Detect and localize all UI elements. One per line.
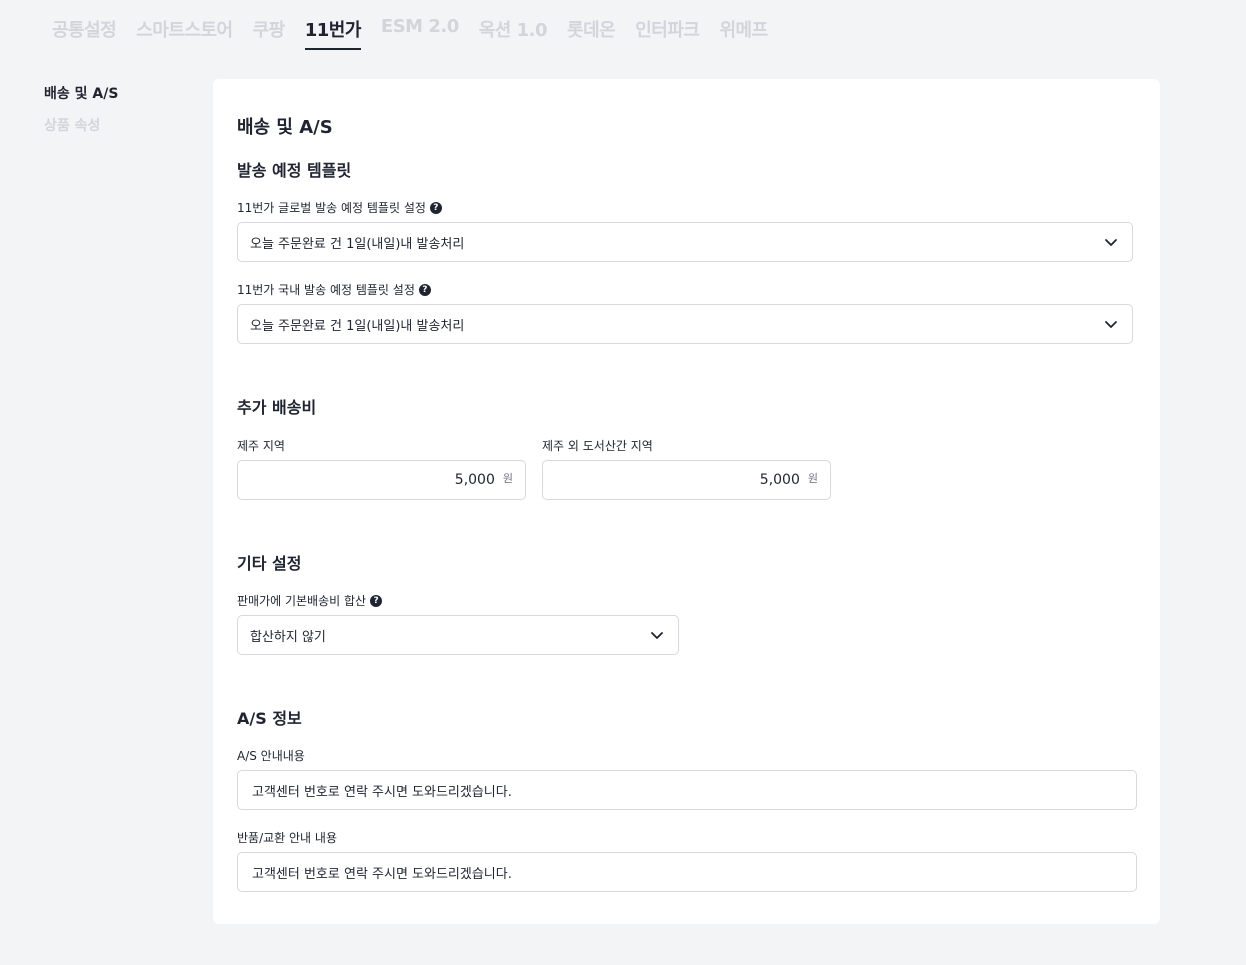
tab-wemakeprice[interactable]: 위메프: [719, 14, 768, 48]
tab-coupang[interactable]: 쿠팡: [253, 14, 286, 48]
islands-fee-input[interactable]: 5,000 원: [542, 460, 831, 500]
section-title-shipping-template: 발송 예정 템플릿: [237, 161, 352, 180]
chevron-down-icon: [1105, 239, 1117, 246]
tab-common[interactable]: 공통설정: [52, 14, 117, 48]
tab-11st[interactable]: 11번가: [304, 14, 361, 50]
domestic-template-label: 11번가 국내 발송 예정 템플릿 설정 ?: [237, 281, 431, 298]
tab-interpark[interactable]: 인터파크: [635, 14, 700, 48]
question-circle-icon[interactable]: ?: [370, 594, 383, 607]
global-template-label: 11번가 글로벌 발송 예정 템플릿 설정 ?: [237, 199, 442, 216]
domestic-template-label-text: 11번가 국내 발송 예정 템플릿 설정: [237, 283, 415, 297]
currency-unit: 원: [502, 472, 513, 485]
tab-auction[interactable]: 옥션 1.0: [479, 14, 548, 48]
chevron-down-icon: [651, 632, 663, 639]
merge-fee-label: 판매가에 기본배송비 합산 ?: [237, 592, 383, 609]
global-template-select[interactable]: 오늘 주문완료 건 1일(내일)내 발송처리: [237, 222, 1133, 262]
jeju-label: 제주 지역: [237, 439, 285, 453]
settings-card: 배송 및 A/S 발송 예정 템플릿 11번가 글로벌 발송 예정 템플릿 설정…: [213, 79, 1160, 924]
sidenav-item-product-attributes[interactable]: 상품 속성: [44, 116, 194, 148]
question-circle-icon[interactable]: ?: [418, 283, 431, 296]
islands-fee-value: 5,000: [759, 472, 800, 488]
merge-fee-value: 합산하지 않기: [250, 629, 326, 645]
chevron-down-icon: [1105, 321, 1117, 328]
islands-label: 제주 외 도서산간 지역: [542, 439, 653, 453]
return-guide-label: 반품/교환 안내 내용: [237, 831, 337, 845]
jeju-fee-value: 5,000: [454, 472, 495, 488]
global-template-label-text: 11번가 글로벌 발송 예정 템플릿 설정: [237, 201, 426, 215]
as-guide-input[interactable]: 고객센터 번호로 연락 주시면 도와드리겠습니다.: [237, 770, 1137, 810]
section-title-extra-fee: 추가 배송비: [237, 398, 317, 417]
currency-unit: 원: [807, 472, 818, 485]
page-title: 배송 및 A/S: [237, 117, 333, 138]
tab-esm[interactable]: ESM 2.0: [381, 14, 459, 43]
as-guide-label: A/S 안내내용: [237, 749, 305, 763]
tab-smartstore[interactable]: 스마트스토어: [136, 14, 233, 48]
jeju-fee-input[interactable]: 5,000 원: [237, 460, 526, 500]
question-circle-icon[interactable]: ?: [429, 201, 442, 214]
sidenav-item-shipping-as[interactable]: 배송 및 A/S: [44, 84, 194, 116]
section-title-etc: 기타 설정: [237, 554, 302, 573]
merge-fee-select[interactable]: 합산하지 않기: [237, 615, 679, 655]
marketplace-tabs: 공통설정 스마트스토어 쿠팡 11번가 ESM 2.0 옥션 1.0 롯데온 인…: [52, 14, 768, 50]
merge-fee-label-text: 판매가에 기본배송비 합산: [237, 594, 367, 608]
section-title-as-info: A/S 정보: [237, 709, 302, 728]
domestic-template-value: 오늘 주문완료 건 1일(내일)내 발송처리: [250, 318, 465, 334]
return-guide-value: 고객센터 번호로 연락 주시면 도와드리겠습니다.: [252, 866, 512, 882]
return-guide-input[interactable]: 고객센터 번호로 연락 주시면 도와드리겠습니다.: [237, 852, 1137, 892]
global-template-value: 오늘 주문완료 건 1일(내일)내 발송처리: [250, 236, 465, 252]
domestic-template-select[interactable]: 오늘 주문완료 건 1일(내일)내 발송처리: [237, 304, 1133, 344]
as-guide-value: 고객센터 번호로 연락 주시면 도와드리겠습니다.: [252, 784, 512, 800]
side-navigation: 배송 및 A/S 상품 속성: [44, 84, 194, 148]
tab-lotteon[interactable]: 롯데온: [567, 14, 616, 48]
